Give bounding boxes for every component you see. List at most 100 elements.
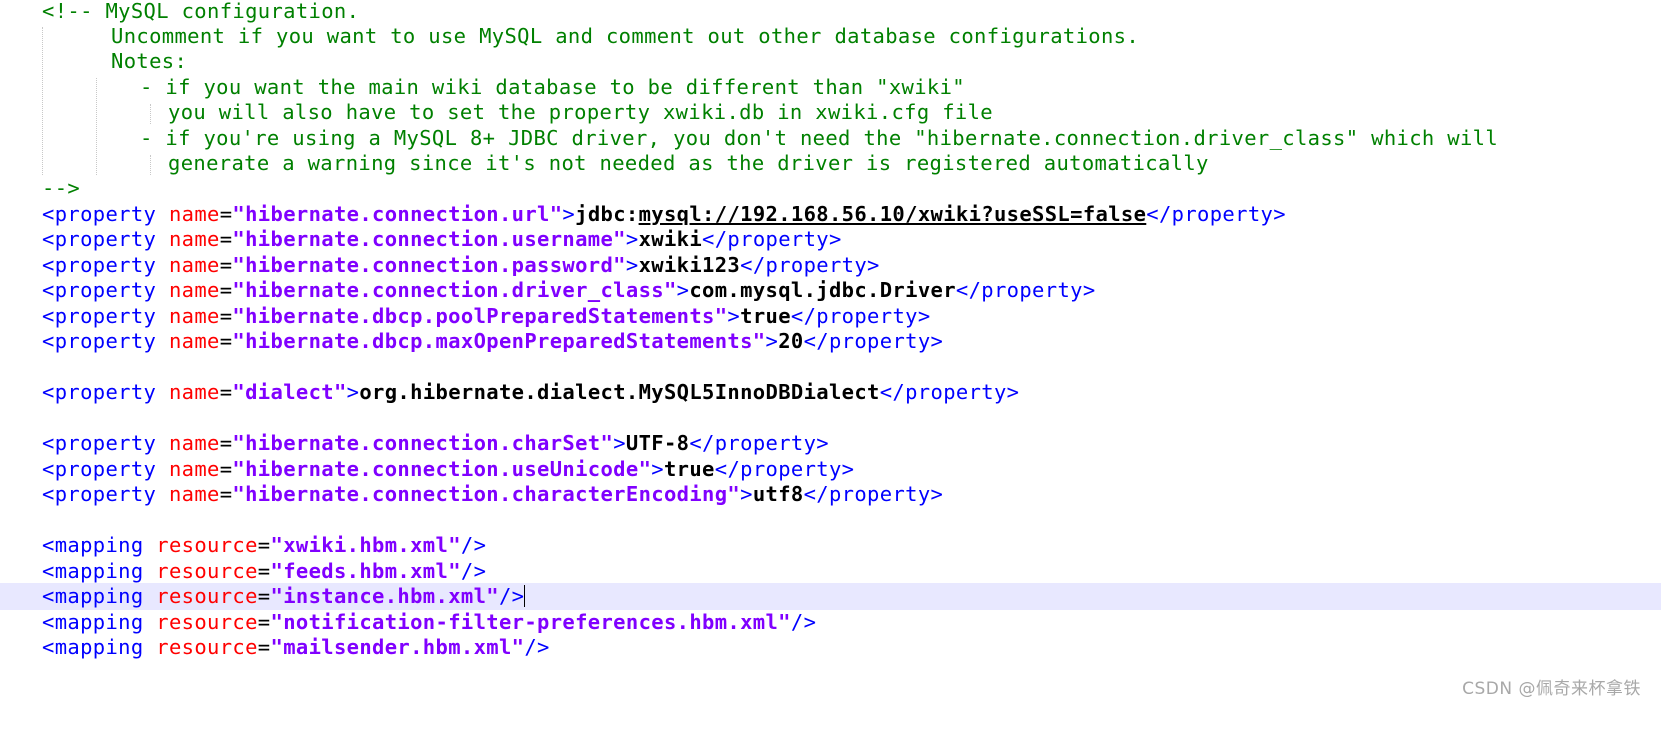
xml-self-close: /> (524, 635, 550, 659)
code-line-property: <property name="hibernate.connection.cha… (0, 430, 1661, 457)
xml-close-tag: </property> (1146, 202, 1286, 226)
code-line-comment: - if you want the main wiki database to … (0, 74, 1661, 101)
comment-text: - if you want the main wiki database to … (140, 75, 965, 99)
comment-text: generate a warning since it's not needed… (168, 151, 1209, 175)
code-line-comment: <!-- MySQL configuration. (0, 0, 1661, 25)
xml-attribute: name (168, 329, 220, 353)
xml-attribute-value: "hibernate.connection.url" (232, 202, 563, 226)
xml-self-close: /> (460, 559, 487, 583)
xml-tag-end: > (625, 227, 639, 251)
xml-equals: = (219, 304, 233, 328)
xml-self-close: /> (460, 533, 487, 557)
code-editor[interactable]: <!-- MySQL configuration. Uncomment if y… (0, 0, 1661, 749)
xml-close-tag: </property> (714, 457, 855, 481)
xml-attribute: name (168, 304, 220, 328)
xml-text: utf8 (752, 482, 804, 506)
xml-text: true (740, 304, 791, 328)
code-line-property: <property name="hibernate.connection.use… (0, 456, 1661, 483)
code-line-property: <property name="hibernate.dbcp.maxOpenPr… (0, 328, 1661, 355)
xml-equals: = (219, 329, 233, 353)
xml-text: org.hibernate.dialect.MySQL5InnoDBDialec… (359, 380, 880, 404)
code-line-comment: generate a warning since it's not needed… (0, 150, 1661, 177)
xml-equals: = (219, 482, 233, 506)
xml-attribute: resource (156, 635, 258, 659)
xml-text: true (663, 457, 715, 481)
code-line-current[interactable]: <mapping resource="instance.hbm.xml"/> (0, 583, 1661, 610)
xml-equals: = (257, 610, 271, 634)
xml-tag: <mapping (42, 533, 144, 557)
comment-text: <!-- MySQL configuration. (42, 0, 360, 23)
xml-tag: <property (42, 202, 157, 226)
xml-text: xwiki123 (638, 253, 741, 277)
xml-equals: = (219, 380, 233, 404)
xml-equals: = (219, 278, 233, 302)
xml-close-tag: </property> (689, 431, 829, 455)
xml-attribute: name (168, 253, 220, 277)
xml-tag-end: > (613, 431, 626, 455)
xml-attribute: name (168, 431, 220, 455)
comment-text: you will also have to set the property x… (168, 100, 993, 124)
comment-text: Notes: (111, 49, 188, 73)
xml-equals: = (257, 559, 271, 583)
code-line-property: <property name="hibernate.connection.dri… (0, 277, 1661, 304)
xml-attribute-value: "hibernate.connection.useUnicode" (232, 457, 652, 481)
xml-attribute: resource (156, 533, 258, 557)
xml-tag-end: > (346, 380, 360, 404)
xml-tag-end: > (765, 329, 779, 353)
code-line-property: <property name="hibernate.dbcp.poolPrepa… (0, 303, 1661, 330)
xml-tag-end: > (727, 304, 741, 328)
xml-attribute: name (168, 482, 220, 506)
code-line-mapping: <mapping resource="xwiki.hbm.xml"/> (0, 532, 1661, 559)
xml-text: jdbc: (575, 202, 639, 226)
xml-tag: <property (42, 227, 157, 251)
code-line-property: <property name="hibernate.connection.use… (0, 226, 1661, 253)
xml-text: UTF-8 (625, 431, 690, 455)
xml-equals: = (219, 227, 233, 251)
watermark: CSDN @佩奇来杯拿铁 (1462, 679, 1641, 699)
xml-attribute-value: "dialect" (232, 380, 347, 404)
xml-close-tag: </property> (702, 227, 842, 251)
code-line-mapping: <mapping resource="notification-filter-p… (0, 609, 1661, 636)
xml-attribute: resource (156, 584, 258, 608)
xml-tag: <property (42, 380, 157, 404)
code-line-comment: you will also have to set the property x… (0, 99, 1661, 126)
xml-close-tag: </property> (955, 278, 1096, 302)
code-line-comment: - if you're using a MySQL 8+ JDBC driver… (0, 125, 1661, 152)
xml-attribute-value: "hibernate.connection.driver_class" (232, 278, 677, 302)
xml-attribute: name (168, 457, 220, 481)
comment-text: - if you're using a MySQL 8+ JDBC driver… (140, 126, 1499, 150)
xml-close-tag: </property> (790, 304, 931, 328)
comment-text: Uncomment if you want to use MySQL and c… (111, 24, 1140, 48)
xml-tag-end: > (651, 457, 664, 481)
xml-close-tag: </property> (803, 329, 944, 353)
xml-close-tag: </property> (740, 253, 880, 277)
code-line-comment: --> (0, 175, 1661, 202)
xml-text: com.mysql.jdbc.Driver (689, 278, 956, 302)
url-link[interactable]: mysql://192.168.56.10/xwiki?useSSL=false (639, 202, 1147, 226)
xml-self-close: /> (498, 584, 525, 608)
xml-attribute-value: "notification-filter-preferences.hbm.xml… (270, 610, 791, 634)
xml-equals: = (219, 253, 233, 277)
code-line-mapping: <mapping resource="feeds.hbm.xml"/> (0, 558, 1661, 585)
xml-equals: = (257, 533, 271, 557)
code-line-property: <property name="hibernate.connection.url… (0, 201, 1661, 228)
xml-self-close: /> (790, 610, 817, 634)
xml-tag: <property (42, 431, 157, 455)
xml-attribute-value: "hibernate.dbcp.poolPreparedStatements" (232, 304, 728, 328)
xml-attribute-value: "mailsender.hbm.xml" (270, 635, 525, 659)
xml-attribute: resource (156, 610, 258, 634)
xml-tag: <property (42, 457, 157, 481)
code-line-comment: Notes: (0, 48, 1661, 75)
xml-attribute-value: "hibernate.connection.characterEncoding" (232, 482, 741, 506)
xml-tag: <mapping (42, 610, 144, 634)
xml-equals: = (257, 635, 271, 659)
text-caret (524, 585, 526, 607)
xml-attribute-value: "xwiki.hbm.xml" (270, 533, 461, 557)
xml-tag: <property (42, 482, 157, 506)
xml-tag-end: > (625, 253, 639, 277)
xml-attribute-value: "instance.hbm.xml" (270, 584, 499, 608)
xml-tag: <property (42, 329, 157, 353)
xml-equals: = (257, 584, 271, 608)
xml-tag: <mapping (42, 559, 144, 583)
xml-equals: = (219, 457, 233, 481)
